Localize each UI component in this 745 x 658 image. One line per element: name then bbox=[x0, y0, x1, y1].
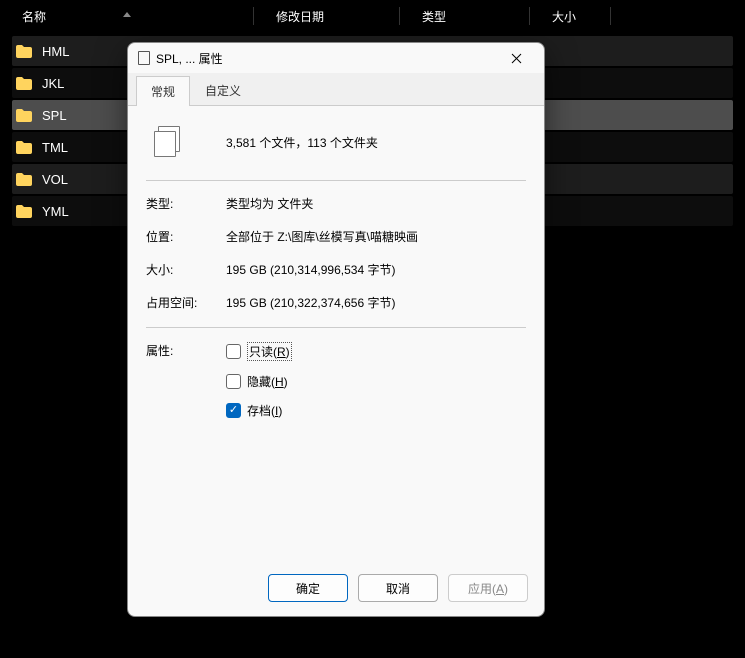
file-name: HML bbox=[42, 44, 69, 59]
column-type[interactable]: 类型 bbox=[400, 8, 529, 25]
folder-icon bbox=[16, 141, 32, 154]
file-name: SPL bbox=[42, 108, 67, 123]
value-type: 类型均为 文件夹 bbox=[226, 195, 526, 212]
file-name: TML bbox=[42, 140, 68, 155]
file-name: JKL bbox=[42, 76, 64, 91]
titlebar[interactable]: SPL, ... 属性 bbox=[128, 43, 544, 73]
divider bbox=[146, 327, 526, 328]
label-type: 类型: bbox=[146, 195, 226, 212]
column-size[interactable]: 大小 bbox=[530, 8, 610, 25]
summary-text: 3,581 个文件，113 个文件夹 bbox=[226, 134, 378, 151]
value-disk: 195 GB (210,322,374,656 字节) bbox=[226, 294, 526, 311]
label-location: 位置: bbox=[146, 228, 226, 245]
cancel-button[interactable]: 取消 bbox=[358, 574, 438, 602]
folder-icon bbox=[16, 109, 32, 122]
checkbox-hidden[interactable]: 隐藏(H) bbox=[226, 373, 292, 390]
value-location: 全部位于 Z:\图库\丝模写真\喵糖映画 bbox=[226, 228, 526, 245]
folder-icon bbox=[16, 205, 32, 218]
tab-bar: 常规 自定义 bbox=[128, 73, 544, 106]
column-date[interactable]: 修改日期 bbox=[254, 8, 399, 25]
checkbox-icon bbox=[226, 374, 241, 389]
multi-document-icon bbox=[152, 126, 182, 158]
label-attributes: 属性: bbox=[146, 342, 226, 419]
label-disk: 占用空间: bbox=[146, 294, 226, 311]
close-button[interactable] bbox=[496, 44, 536, 72]
label-size: 大小: bbox=[146, 261, 226, 278]
checkbox-icon bbox=[226, 344, 241, 359]
folder-icon bbox=[16, 173, 32, 186]
checkbox-readonly[interactable]: 只读(R) bbox=[226, 342, 292, 361]
close-icon bbox=[511, 53, 522, 64]
checkbox-icon: ✓ bbox=[226, 403, 241, 418]
apply-button[interactable]: 应用(A) bbox=[448, 574, 528, 602]
ok-button[interactable]: 确定 bbox=[268, 574, 348, 602]
divider bbox=[146, 180, 526, 181]
button-row: 确定 取消 应用(A) bbox=[128, 564, 544, 616]
tab-general[interactable]: 常规 bbox=[136, 76, 190, 106]
checkbox-archive[interactable]: ✓ 存档(I) bbox=[226, 402, 292, 419]
file-name: YML bbox=[42, 204, 69, 219]
folder-icon bbox=[16, 45, 32, 58]
document-icon bbox=[138, 51, 150, 65]
dialog-title: SPL, ... 属性 bbox=[156, 50, 496, 67]
file-name: VOL bbox=[42, 172, 68, 187]
folder-icon bbox=[16, 77, 32, 90]
column-headers: 名称 修改日期 类型 大小 bbox=[0, 0, 745, 32]
column-name[interactable]: 名称 bbox=[0, 8, 253, 25]
properties-dialog: SPL, ... 属性 常规 自定义 3,581 个文件，113 个文件夹 类型… bbox=[127, 42, 545, 617]
value-size: 195 GB (210,314,996,534 字节) bbox=[226, 261, 526, 278]
dialog-content: 3,581 个文件，113 个文件夹 类型: 类型均为 文件夹 位置: 全部位于… bbox=[128, 106, 544, 564]
tab-custom[interactable]: 自定义 bbox=[190, 75, 256, 105]
